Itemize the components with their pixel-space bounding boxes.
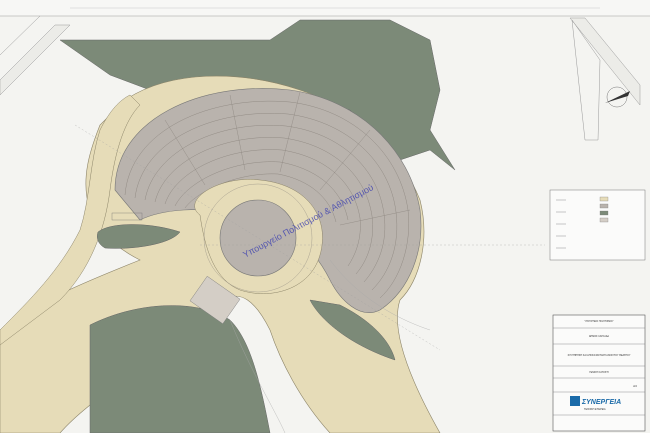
- company-sub: ΤΕΧΝΙΚΗ ΕΤΑΙΡΕΙΑ: [584, 408, 606, 411]
- left-road: [0, 24, 71, 96]
- company-logo-icon: [570, 396, 580, 406]
- legend: [549, 189, 646, 261]
- company-name: ΣΥΝΕΡΓΕΙΑ: [581, 399, 621, 406]
- sheet-no: Α3: [633, 384, 637, 388]
- project-title: ΣΥΝΤΗΡΗΣΗ ΚΑΙ ΑΠΟΚΑΤΑΣΤΑΣΗ ΑΝΟΙΧΤΟΥ ΘΕΑΤ…: [568, 354, 631, 357]
- org-line: ΥΠΟΥΡΓΕΙΟ ΠΟΛΙΤΙΣΜΟΥ: [584, 320, 614, 323]
- north-arrow-icon: [605, 86, 630, 108]
- drawing-sheet: ΥΠΟΥΡΓΕΙΟ ΠΟΛΙΤΙΣΜΟΥ ΔΗΜΟΣ ΛΑΓΚΑΔΑ ΣΥΝΤΗ…: [0, 0, 650, 433]
- municipality: ΔΗΜΟΣ ΛΑΓΚΑΔΑ: [589, 335, 609, 338]
- site-plan-drawing: ΥΠΟΥΡΓΕΙΟ ΠΟΛΙΤΙΣΜΟΥ ΔΗΜΟΣ ΛΑΓΚΑΔΑ ΣΥΝΤΗ…: [0, 0, 650, 433]
- lawn-south: [89, 305, 271, 433]
- title-block: ΥΠΟΥΡΓΕΙΟ ΠΟΛΙΤΙΣΜΟΥ ΔΗΜΟΣ ΛΑΓΚΑΔΑ ΣΥΝΤΗ…: [552, 314, 646, 432]
- drawing-title: ΓΕΝΙΚΗ ΚΑΤΟΨΗ: [589, 371, 609, 374]
